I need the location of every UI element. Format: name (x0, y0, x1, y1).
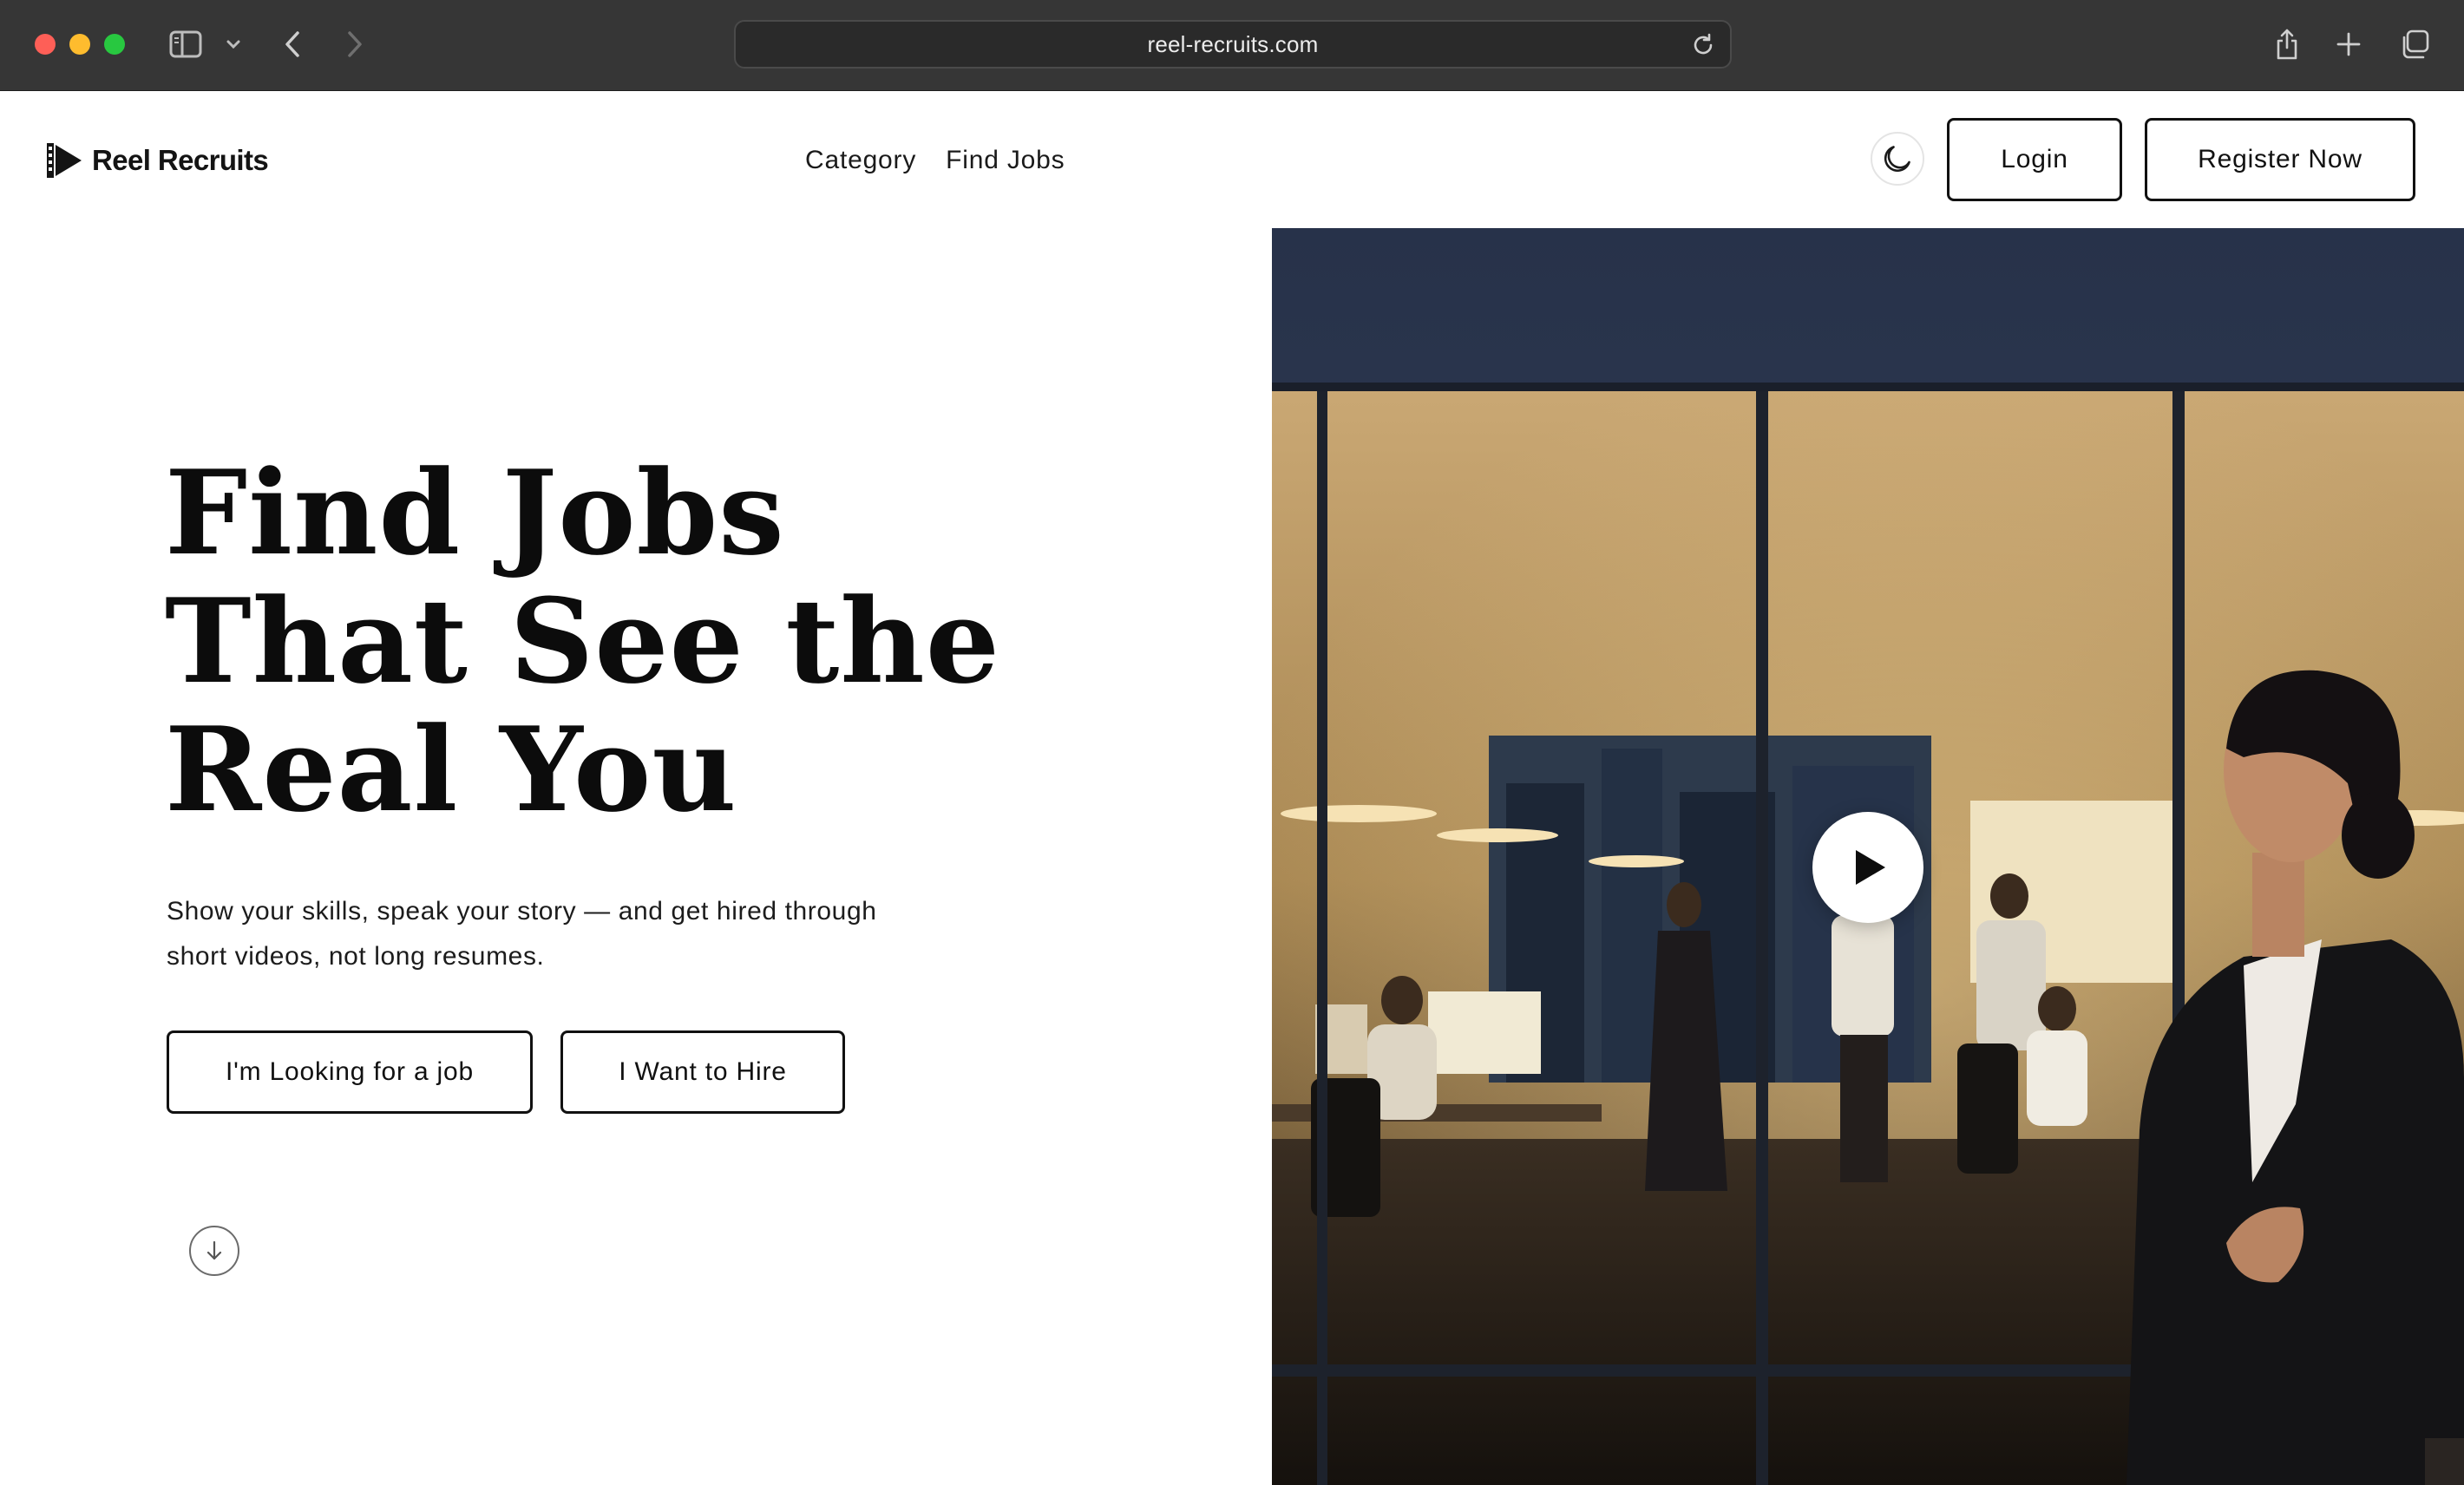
browser-toolbar: reel-recruits.com (0, 0, 2464, 91)
hero-title-line: Real You (165, 701, 737, 838)
plus-icon[interactable] (2334, 29, 2363, 59)
nav-item-find-jobs[interactable]: Find Jobs (946, 138, 1065, 183)
film-play-icon (47, 143, 82, 178)
arrow-down-icon (206, 1240, 222, 1260)
hire-button[interactable]: I Want to Hire (560, 1030, 845, 1114)
chevron-left-icon[interactable] (279, 28, 305, 61)
hero-subtitle-line: short videos, not long resumes. (167, 942, 545, 971)
hero-title: Find Jobs That See the Real You (165, 448, 1032, 834)
share-icon[interactable] (2270, 26, 2304, 62)
chevron-right-icon[interactable] (342, 28, 368, 61)
zoom-window-button[interactable] (104, 34, 125, 55)
address-bar[interactable]: reel-recruits.com (734, 20, 1732, 69)
hero-title-line: That See the (165, 572, 1001, 710)
theme-toggle-button[interactable] (1871, 132, 1924, 186)
tabs-overview-icon[interactable] (2398, 28, 2431, 61)
main-nav: Category Find Jobs (805, 138, 1065, 183)
reload-icon[interactable] (1690, 32, 1716, 62)
register-now-button[interactable]: Register Now (2145, 118, 2415, 201)
page: Reel Recruits Category Find Jobs Login R… (0, 91, 2464, 1485)
sidebar-icon[interactable] (168, 29, 203, 60)
chevron-down-icon[interactable] (224, 35, 243, 54)
moon-icon (1884, 146, 1910, 172)
url-text: reel-recruits.com (1147, 30, 1319, 57)
scroll-down-button[interactable] (189, 1226, 239, 1276)
play-button[interactable] (1812, 812, 1923, 923)
job-seeker-button[interactable]: I'm Looking for a job (167, 1030, 533, 1114)
brand-name: Reel Recruits (92, 144, 269, 176)
brand-logo[interactable]: Reel Recruits (45, 140, 269, 181)
login-button[interactable]: Login (1947, 118, 2122, 201)
hero-title-line: Find Jobs (165, 444, 785, 581)
play-icon (1856, 850, 1885, 885)
close-window-button[interactable] (35, 34, 56, 55)
hero-subtitle-line: Show your skills, speak your story — and… (167, 897, 877, 926)
hero-video[interactable] (1272, 228, 2464, 1485)
nav-item-category[interactable]: Category (805, 138, 916, 183)
minimize-window-button[interactable] (69, 34, 90, 55)
hero-subtitle: Show your skills, speak your story — and… (167, 889, 947, 979)
